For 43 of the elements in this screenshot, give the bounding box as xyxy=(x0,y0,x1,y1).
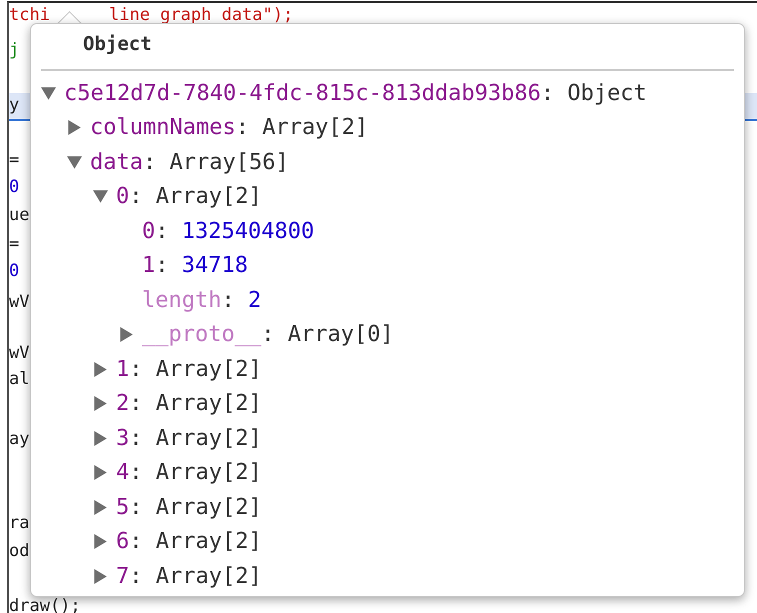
triangle-right-icon[interactable] xyxy=(93,500,108,515)
property-entry[interactable]: 2: Array[2] xyxy=(116,391,262,416)
triangle-down-icon[interactable] xyxy=(93,189,108,204)
code-fragment: wV xyxy=(9,292,30,312)
property-entry[interactable]: columnNames: Array[2] xyxy=(90,115,368,140)
triangle-right-icon[interactable] xyxy=(93,534,108,550)
property-entry[interactable]: 4: Array[2] xyxy=(116,460,262,486)
code-fragment: od xyxy=(9,541,30,561)
triangle-right-icon[interactable] xyxy=(119,327,134,342)
code-fragment: al xyxy=(9,369,30,389)
code-fragment: = xyxy=(9,150,20,170)
property-entry[interactable]: 7: Array[2] xyxy=(116,564,262,589)
property-entry[interactable]: 5: Array[2] xyxy=(116,494,262,520)
triangle-right-icon[interactable] xyxy=(67,120,82,136)
code-fragment: 0 xyxy=(9,261,20,281)
triangle-right-icon[interactable] xyxy=(93,465,108,480)
triangle-right-icon[interactable] xyxy=(93,362,108,377)
property-entry: 1: 34718 xyxy=(142,253,248,278)
code-fragment: ue xyxy=(9,205,30,225)
code-fragment: = xyxy=(9,234,20,254)
code-fragment: wV xyxy=(9,343,30,363)
property-entry[interactable]: 6: Array[2] xyxy=(116,529,262,554)
triangle-right-icon[interactable] xyxy=(93,430,108,446)
property-entry[interactable]: data: Array[56] xyxy=(90,150,289,175)
property-entry: 0: 1325404800 xyxy=(142,218,314,244)
property-entry[interactable]: 0: Array[2] xyxy=(116,184,262,210)
popover-title: Object xyxy=(83,33,152,55)
code-fragment: y xyxy=(9,95,20,115)
triangle-right-icon[interactable] xyxy=(93,396,108,412)
triangle-right-icon[interactable] xyxy=(93,568,108,584)
code-fragment: ay xyxy=(9,429,30,449)
triangle-down-icon[interactable] xyxy=(67,154,82,170)
property-entry[interactable]: 3: Array[2] xyxy=(116,426,262,451)
code-fragment: ra xyxy=(9,513,30,533)
code-fragment: line graph data"); xyxy=(109,4,294,27)
code-fragment: 0 xyxy=(9,177,20,197)
property-entry[interactable]: __proto__: Array[0] xyxy=(142,322,394,348)
code-fragment: tchi xyxy=(9,5,50,25)
code-fragment: j xyxy=(9,40,20,60)
property-entry[interactable]: c5e12d7d-7840-4fdc-815c-813ddab93b86: Object xyxy=(64,80,647,106)
triangle-down-icon[interactable] xyxy=(41,86,56,101)
property-entry[interactable]: 1: Array[2] xyxy=(116,356,262,382)
property-entry: length: 2 xyxy=(142,288,262,313)
